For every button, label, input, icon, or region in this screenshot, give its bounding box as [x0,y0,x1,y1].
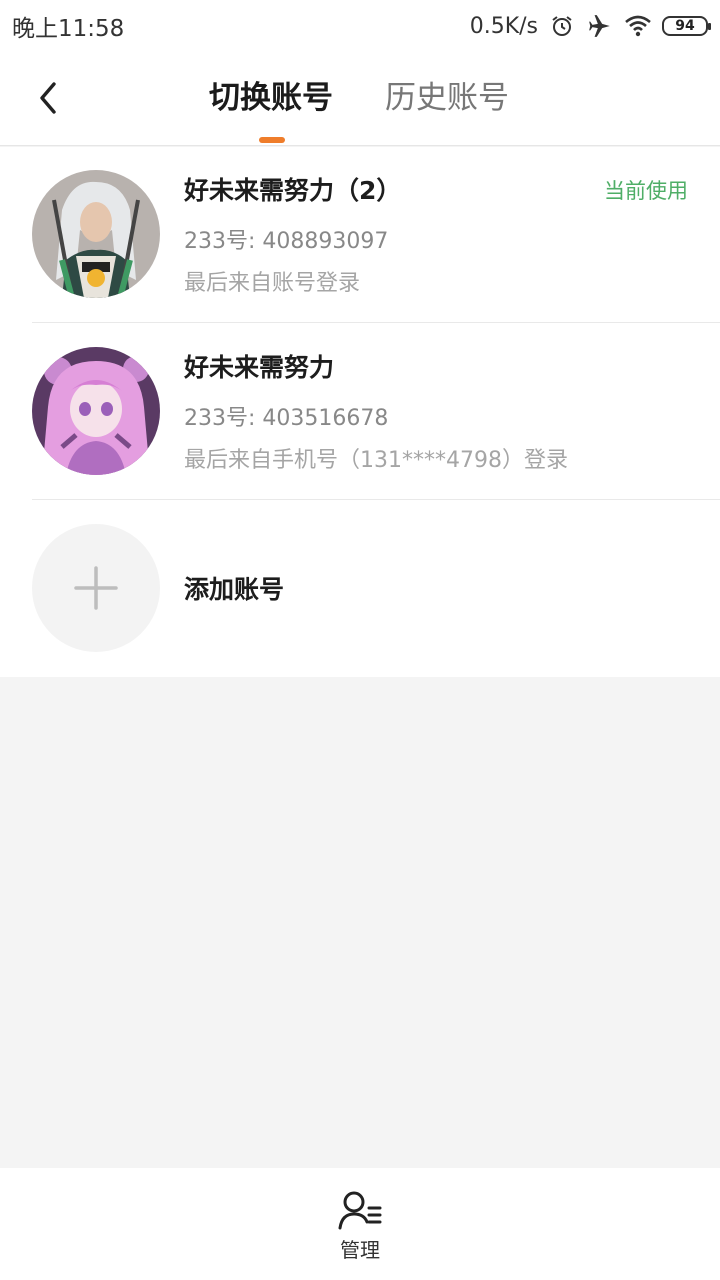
tab-bar: 切换账号 历史账号 [0,52,720,146]
account-row[interactable]: 好未来需努力 233号: 403516678 最后来自手机号（131****47… [0,324,720,500]
account-name: 好未来需努力 [184,353,335,382]
divider [32,499,720,500]
header: 切换账号 历史账号 [0,52,720,146]
current-account-badge: 当前使用 [604,179,688,203]
account-name: 好未来需努力（2） [184,176,402,205]
status-right: 0.5K/s 94 [469,12,711,40]
avatar [32,170,160,298]
add-avatar-placeholder [32,524,160,652]
manage-button[interactable]: 管理 [338,1190,382,1280]
alarm-icon [548,12,576,40]
net-speed: 0.5K/s [469,13,538,39]
account-id: 233号: 403516678 [184,406,389,431]
bottom-bar: 管理 [0,1168,720,1280]
active-tab-indicator [259,137,285,143]
add-account-button[interactable]: 添加账号 [0,501,720,677]
airplane-icon [586,12,614,40]
avatar [32,347,160,475]
account-switch-screen: 晚上11:58 0.5K/s 94 切换账号 历史账号 好未来需努力（2） 当前… [0,0,720,1280]
tab-switch-account[interactable]: 切换账号 [209,76,333,120]
manage-label: 管理 [340,1238,380,1262]
account-row-current[interactable]: 好未来需努力（2） 当前使用 233号: 408893097 最后来自账号登录 [0,147,720,323]
status-time: 晚上11:58 [12,16,125,42]
account-list: 好未来需努力（2） 当前使用 233号: 408893097 最后来自账号登录 [0,147,720,677]
tab-history-account[interactable]: 历史账号 [385,76,509,120]
status-bar: 晚上11:58 0.5K/s 94 [0,0,720,52]
avatar-image [32,170,160,298]
avatar-image [32,347,160,475]
wifi-icon [624,12,652,40]
manage-accounts-icon [338,1191,382,1230]
account-login-info: 最后来自账号登录 [184,271,361,296]
divider [32,322,720,323]
account-login-info: 最后来自手机号（131****4798）登录 [184,448,568,473]
add-account-label: 添加账号 [184,575,285,604]
battery-icon: 94 [662,16,711,36]
plus-icon [74,566,118,610]
account-id: 233号: 408893097 [184,229,389,254]
